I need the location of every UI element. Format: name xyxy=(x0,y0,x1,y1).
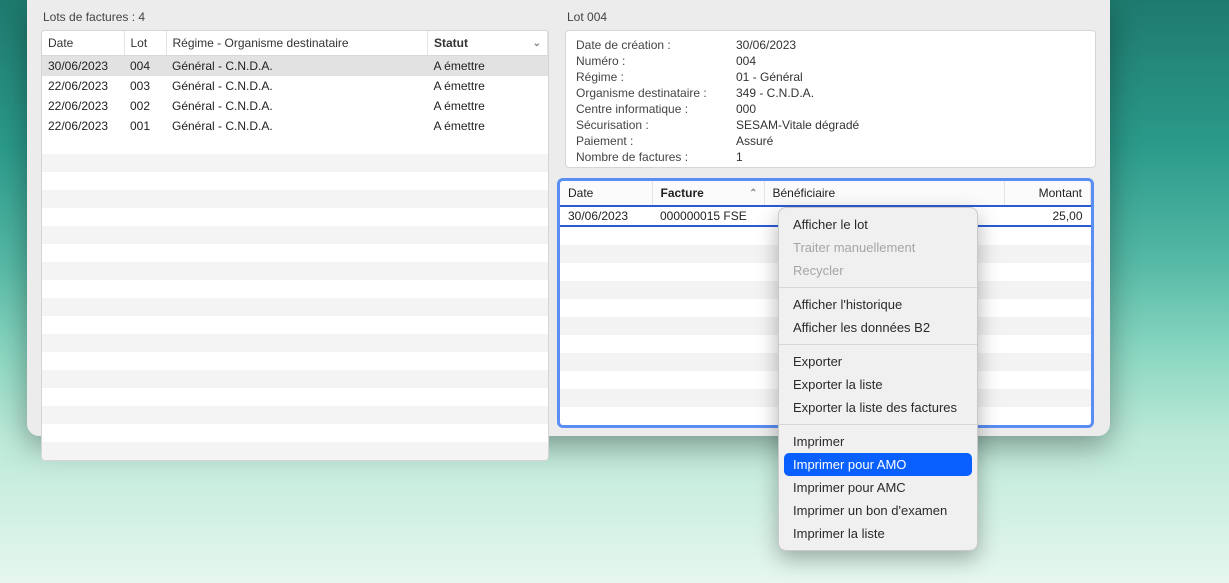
rcol-facture[interactable]: Facture⌃ xyxy=(652,181,764,206)
detail-value: 004 xyxy=(736,53,1085,69)
menu-item[interactable]: Afficher l'historique xyxy=(779,293,977,316)
detail-label: Sécurisation : xyxy=(576,117,736,133)
menu-item: Traiter manuellement xyxy=(779,236,977,259)
cell-date: 22/06/2023 xyxy=(42,76,124,96)
col-regime[interactable]: Régime - Organisme destinataire xyxy=(166,31,428,56)
detail-value: 349 - C.N.D.A. xyxy=(736,85,1085,101)
detail-label: Organisme destinataire : xyxy=(576,85,736,101)
lot-detail-title: Lot 004 xyxy=(565,6,1096,30)
detail-value: 01 - Général xyxy=(736,69,1085,85)
menu-item[interactable]: Imprimer pour AMC xyxy=(779,476,977,499)
detail-value: 000 xyxy=(736,101,1085,117)
detail-row: Numéro :004 xyxy=(576,53,1085,69)
detail-value: 1 xyxy=(736,149,1085,165)
lot-detail-pane: Date de création :30/06/2023Numéro :004R… xyxy=(565,30,1096,168)
rcol-date[interactable]: Date xyxy=(560,181,652,206)
menu-item: Recycler xyxy=(779,259,977,282)
cell-regime: Général - C.N.D.A. xyxy=(166,96,428,116)
detail-value: SESAM-Vitale dégradé xyxy=(736,117,1085,133)
cell-statut: A émettre xyxy=(428,76,548,96)
cell-date: 22/06/2023 xyxy=(42,96,124,116)
lots-table-pane: Date Lot Régime - Organisme destinataire… xyxy=(41,30,549,461)
cell-date: 22/06/2023 xyxy=(42,116,124,136)
detail-label: Numéro : xyxy=(576,53,736,69)
cell-lot: 004 xyxy=(124,56,166,77)
lots-panel-title: Lots de factures : 4 xyxy=(41,6,549,30)
detail-row: Centre informatique :000 xyxy=(576,101,1085,117)
lots-row[interactable]: 22/06/2023001Général - C.N.D.A.A émettre xyxy=(42,116,548,136)
menu-item[interactable]: Exporter xyxy=(779,350,977,373)
menu-item[interactable]: Exporter la liste xyxy=(779,373,977,396)
detail-row: Organisme destinataire :349 - C.N.D.A. xyxy=(576,85,1085,101)
rcol-benef[interactable]: Bénéficiaire xyxy=(764,181,1005,206)
lots-row[interactable]: 30/06/2023004Général - C.N.D.A.A émettre xyxy=(42,56,548,77)
detail-value: 30/06/2023 xyxy=(736,37,1085,53)
cell-date: 30/06/2023 xyxy=(560,206,652,226)
detail-label: Centre informatique : xyxy=(576,101,736,117)
detail-row: Paiement :Assuré xyxy=(576,133,1085,149)
cell-date: 30/06/2023 xyxy=(42,56,124,77)
cell-lot: 003 xyxy=(124,76,166,96)
cell-statut: A émettre xyxy=(428,56,548,77)
cell-lot: 002 xyxy=(124,96,166,116)
col-lot[interactable]: Lot xyxy=(124,31,166,56)
cell-statut: A émettre xyxy=(428,116,548,136)
detail-row: Date de création :30/06/2023 xyxy=(576,37,1085,53)
detail-value: Assuré xyxy=(736,133,1085,149)
menu-item[interactable]: Imprimer un bon d'examen xyxy=(779,499,977,522)
rcol-montant[interactable]: Montant xyxy=(1005,181,1091,206)
cell-facture: 000000015 FSE xyxy=(652,206,764,226)
detail-row: Nombre de factures :1 xyxy=(576,149,1085,165)
lots-row[interactable]: 22/06/2023003Général - C.N.D.A.A émettre xyxy=(42,76,548,96)
detail-label: Régime : xyxy=(576,69,736,85)
menu-item[interactable]: Afficher le lot xyxy=(779,213,977,236)
chevron-up-icon: ⌃ xyxy=(749,188,757,199)
menu-item[interactable]: Imprimer la liste xyxy=(779,522,977,545)
menu-item[interactable]: Imprimer xyxy=(779,430,977,453)
col-statut[interactable]: Statut⌄ xyxy=(428,31,548,56)
detail-row: Sécurisation :SESAM-Vitale dégradé xyxy=(576,117,1085,133)
detail-label: Date de création : xyxy=(576,37,736,53)
detail-label: Total des factures : xyxy=(576,165,736,168)
detail-label: Nombre de factures : xyxy=(576,149,736,165)
menu-item[interactable]: Afficher les données B2 xyxy=(779,316,977,339)
detail-row: Régime :01 - Général xyxy=(576,69,1085,85)
cell-montant: 25,00 xyxy=(1005,206,1091,226)
cell-lot: 001 xyxy=(124,116,166,136)
cell-statut: A émettre xyxy=(428,96,548,116)
menu-item[interactable]: Imprimer pour AMO xyxy=(784,453,972,476)
detail-row: Total des factures :25,00 xyxy=(576,165,1085,168)
cell-regime: Général - C.N.D.A. xyxy=(166,116,428,136)
cell-regime: Général - C.N.D.A. xyxy=(166,56,428,77)
menu-item[interactable]: Exporter la liste des factures xyxy=(779,396,977,419)
lots-row[interactable]: 22/06/2023002Général - C.N.D.A.A émettre xyxy=(42,96,548,116)
detail-label: Paiement : xyxy=(576,133,736,149)
detail-value: 25,00 xyxy=(736,165,1085,168)
col-date[interactable]: Date xyxy=(42,31,124,56)
chevron-down-icon: ⌄ xyxy=(533,38,541,49)
context-menu: Afficher le lotTraiter manuellementRecyc… xyxy=(778,207,978,551)
cell-regime: Général - C.N.D.A. xyxy=(166,76,428,96)
